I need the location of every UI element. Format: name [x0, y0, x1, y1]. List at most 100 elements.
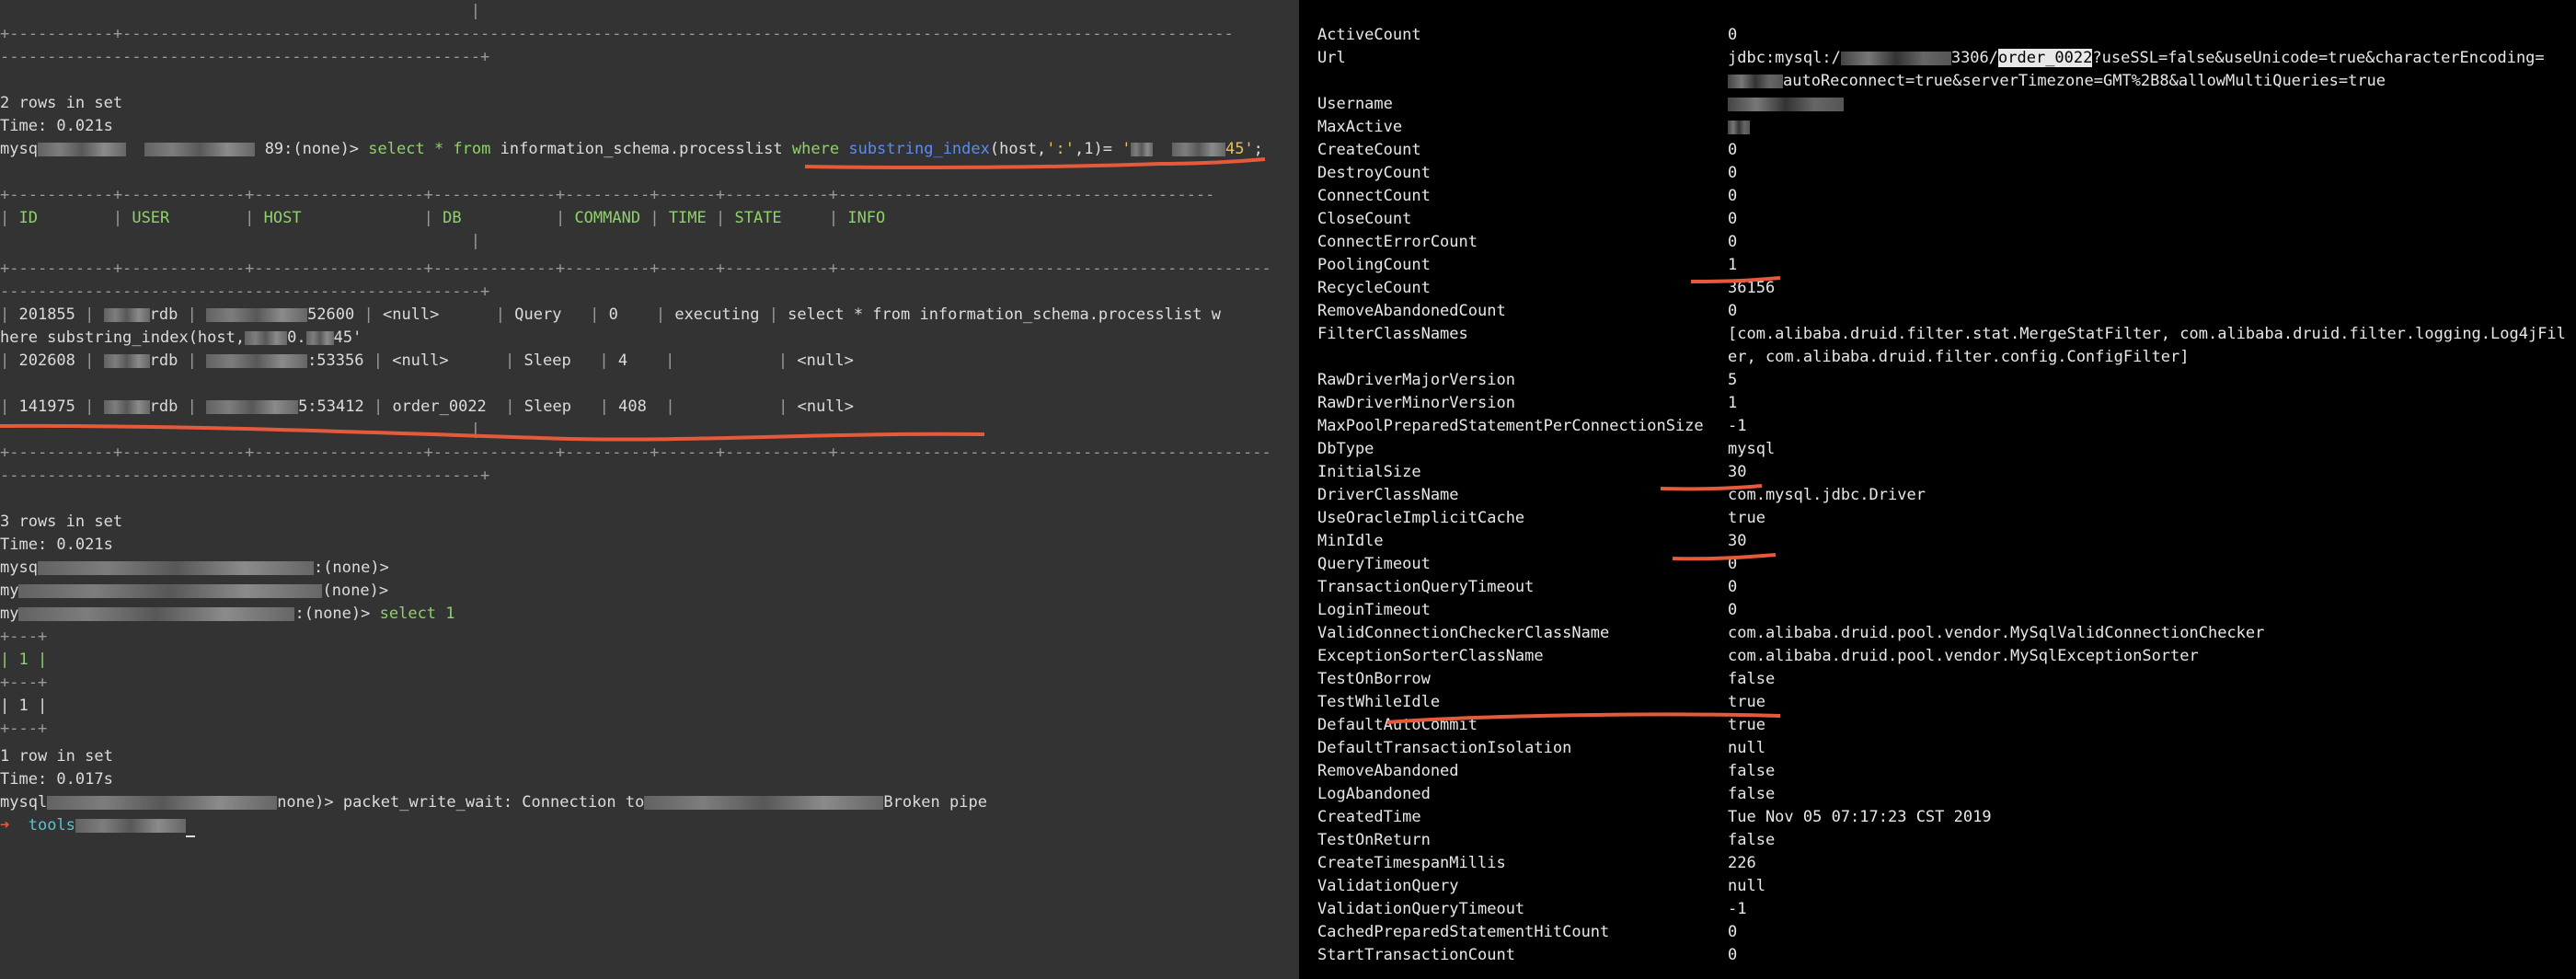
table-border: ----------------------------------------…: [0, 466, 490, 485]
prop-value: 0: [1728, 302, 1738, 320]
mysql-prompt: my (none)>: [0, 582, 389, 600]
prop-value: false: [1728, 831, 1776, 849]
prop-key: RawDriverMajorVersion: [1317, 371, 1515, 389]
prop-key: ValidationQuery: [1317, 877, 1459, 895]
table-border-fragment: |: [0, 420, 480, 439]
prop-key: UseOracleImplicitCache: [1317, 509, 1525, 527]
prop-key: RecycleCount: [1317, 279, 1431, 297]
prop-key: TransactionQueryTimeout: [1317, 578, 1535, 596]
prop-value: null: [1728, 739, 1765, 757]
table-row: | 202608 | rdb | :53356 | <null> | Sleep…: [0, 351, 854, 370]
url-port: 3306/: [1950, 49, 1999, 67]
sql-string: ':': [1046, 140, 1075, 158]
col-state: STATE: [734, 209, 782, 227]
prop-value: com.alibaba.druid.pool.vendor.MySqlExcep…: [1728, 647, 2199, 665]
prop-value: false: [1728, 762, 1776, 780]
prop-key: QueryTimeout: [1317, 555, 1431, 573]
prop-key: RemoveAbandonedCount: [1317, 302, 1506, 320]
prop-value: true: [1728, 716, 1765, 734]
prop-key: MaxPoolPreparedStatementPerConnectionSiz…: [1317, 417, 1704, 435]
table-border: +---+: [0, 628, 48, 646]
prop-value: false: [1728, 670, 1776, 688]
prop-value: 0: [1728, 923, 1738, 941]
prop-key: ValidationQueryTimeout: [1317, 900, 1525, 918]
prop-key: TestOnBorrow: [1317, 670, 1431, 688]
table-border-fragment: |: [0, 232, 480, 250]
prop-key: TestWhileIdle: [1317, 693, 1441, 711]
redacted-host: [18, 583, 323, 598]
prop-key: Url: [1317, 49, 1346, 67]
prop-value: 5: [1728, 371, 1738, 389]
prop-key: CreateTimespanMillis: [1317, 854, 1506, 872]
prop-key: ActiveCount: [1317, 26, 1421, 44]
prop-key: ConnectErrorCount: [1317, 233, 1478, 251]
prop-value: false: [1728, 785, 1776, 803]
redacted-host: [206, 307, 308, 322]
sql-keyword: where: [791, 140, 840, 158]
prop-value: 0: [1728, 233, 1738, 251]
col-time: TIME: [668, 209, 707, 227]
prop-key: MinIdle: [1317, 532, 1384, 550]
prop-key: RemoveAbandoned: [1317, 762, 1459, 780]
prop-value: 0: [1728, 187, 1738, 205]
prop-value: Tue Nov 05 07:17:23 CST 2019: [1728, 808, 1992, 826]
redacted-ip: [1171, 142, 1225, 156]
redacted-user: [103, 307, 150, 322]
prop-key: DbType: [1317, 440, 1374, 458]
prop-key: DefaultAutoCommit: [1317, 716, 1478, 734]
col-db: DB: [443, 209, 462, 227]
cursor: [185, 835, 195, 837]
prompt-db: 89:(none)>: [264, 140, 360, 158]
redacted-ip: [1131, 142, 1154, 156]
url-db-highlight: order_0022: [1998, 49, 2093, 67]
shell-dir: tools: [28, 816, 75, 835]
prop-value: true: [1728, 693, 1765, 711]
table-border-fragment: |: [0, 2, 480, 20]
prop-key: CreateCount: [1317, 141, 1421, 159]
sql-string: ': [1121, 140, 1132, 158]
prop-value: 0: [1728, 210, 1738, 228]
prop-key: DefaultTransactionIsolation: [1317, 739, 1572, 757]
url-prefix: jdbc:mysql:/: [1728, 49, 1841, 67]
prompt-prefix: mysq: [0, 140, 38, 158]
shell-prompt[interactable]: ➜ tools: [0, 814, 195, 837]
sql-string: 45': [1225, 140, 1254, 158]
prop-value: null: [1728, 877, 1765, 895]
redacted-host: [18, 606, 295, 621]
prop-value: 0: [1728, 601, 1738, 619]
prop-key: CloseCount: [1317, 210, 1412, 228]
prop-value: [com.alibaba.druid.filter.stat.MergeStat…: [1728, 325, 2566, 343]
sql-table: information_schema.processlist: [500, 140, 783, 158]
prop-key: DriverClassName: [1317, 486, 1459, 504]
left-terminal[interactable]: | +-----------+-------------------------…: [0, 0, 1299, 979]
prop-key: StartTransactionCount: [1317, 946, 1515, 964]
table-border: ----------------------------------------…: [0, 282, 490, 301]
prop-value-wrap: er, com.alibaba.druid.filter.config.Conf…: [1728, 348, 2190, 366]
rows-in-set: 3 rows in set: [0, 513, 123, 531]
redacted-user: [103, 353, 150, 368]
redacted-value: [1728, 120, 1750, 134]
prop-key: MaxActive: [1317, 118, 1403, 136]
sql-arg: ,1)=: [1075, 140, 1112, 158]
prop-value: [1728, 116, 1750, 139]
table-header-row: | ID | USER | HOST | DB | COMMAND | TIME…: [0, 209, 886, 227]
prop-value: 36156: [1728, 279, 1776, 297]
prop-value: com.alibaba.druid.pool.vendor.MySqlValid…: [1728, 624, 2265, 642]
query-time: Time: 0.021s: [0, 536, 113, 554]
redacted-user: [103, 399, 150, 414]
redacted-host: [37, 142, 126, 156]
rows-in-set: 2 rows in set: [0, 94, 123, 112]
redacted-host: [47, 795, 278, 810]
prop-key: ConnectCount: [1317, 187, 1431, 205]
redacted-host: [144, 142, 256, 156]
prop-value: mysql: [1728, 440, 1776, 458]
prop-value: 0: [1728, 26, 1738, 44]
prop-value: 0: [1728, 578, 1738, 596]
prop-value: 30: [1728, 532, 1747, 550]
table-border: ----------------------------------------…: [0, 48, 490, 66]
table-header-row: | 1 |: [0, 651, 48, 669]
redacted-ip: [245, 330, 288, 345]
table-border: +-----------+---------------------------…: [0, 25, 1234, 43]
query-time: Time: 0.021s: [0, 117, 113, 135]
table-row: | 201855 | rdb | 52600 | <null> | Query …: [0, 305, 1221, 324]
